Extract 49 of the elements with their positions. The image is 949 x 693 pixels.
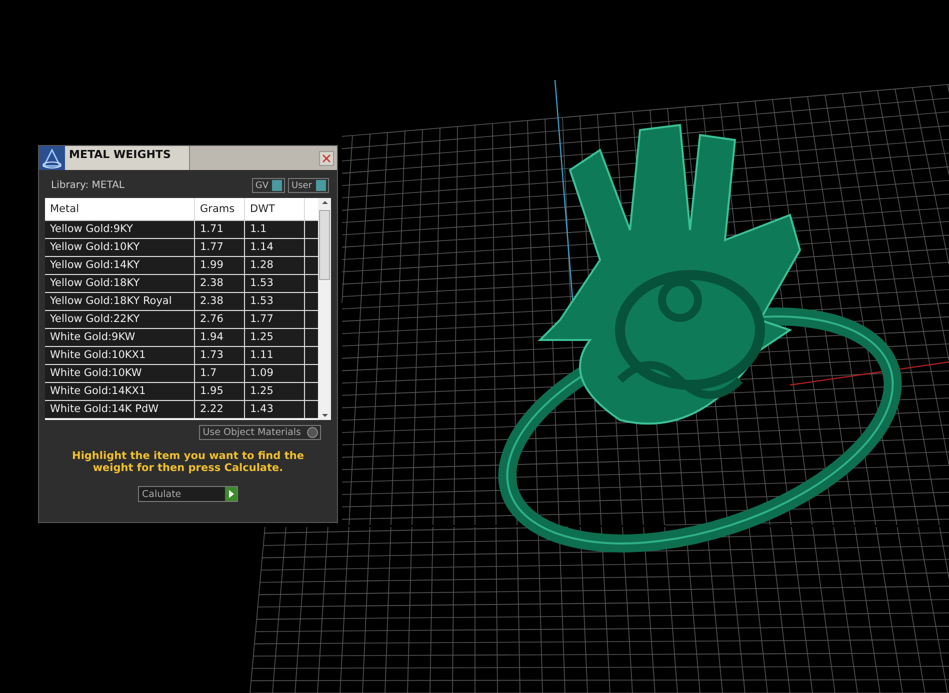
column-header[interactable]: Metal [45, 198, 195, 220]
toggle-switch[interactable]: GV [252, 178, 286, 193]
table-cell: 2.38 [195, 293, 245, 310]
table-cell: 1.28 [245, 257, 305, 274]
table-cell: 1.53 [245, 275, 305, 292]
table-cell: 2.22 [195, 401, 245, 418]
table-cell: 1.25 [245, 329, 305, 346]
toggle-switch[interactable]: User [288, 178, 329, 193]
table-cell: 2.76 [195, 311, 245, 328]
close-icon[interactable] [319, 150, 334, 166]
table-cell: 1.7 [195, 365, 245, 382]
library-label: Library: METAL [51, 180, 124, 191]
table-cell: 1.71 [195, 221, 245, 238]
table-cell: 1.77 [195, 239, 245, 256]
table-cell: 1.73 [195, 347, 245, 364]
window-title: METAL WEIGHTS [65, 146, 190, 170]
table-cell: Yellow Gold:22KY [45, 311, 195, 328]
table-cell: 1.43 [245, 401, 305, 418]
table-cell: 1.25 [245, 383, 305, 400]
table-cell: 1.77 [245, 311, 305, 328]
table-cell: 2.38 [195, 275, 245, 292]
table-cell: Yellow Gold:18KY Royal [45, 293, 195, 310]
table-cell: 1.1 [245, 221, 305, 238]
toggle-label: Use Object Materials [202, 427, 301, 438]
table-cell: 1.99 [195, 257, 245, 274]
table-cell: Yellow Gold:10KY [45, 239, 195, 256]
table-cell: 1.14 [245, 239, 305, 256]
table-cell: White Gold:14KX1 [45, 383, 195, 400]
app-logo-icon [39, 146, 65, 170]
table-cell: Yellow Gold:18KY [45, 275, 195, 292]
table-cell: 1.09 [245, 365, 305, 382]
table-cell: White Gold:14K PdW [45, 401, 195, 418]
table-cell: White Gold:10KX1 [45, 347, 195, 364]
table-cell: White Gold:9KW [45, 329, 195, 346]
table-cell: 1.95 [195, 383, 245, 400]
column-header[interactable]: Grams [195, 198, 245, 220]
table-cell: Yellow Gold:9KY [45, 221, 195, 238]
scrollbar[interactable] [318, 198, 331, 420]
calculate-button[interactable]: Calulate [138, 486, 238, 502]
table-cell: 1.11 [245, 347, 305, 364]
table-cell: 1.94 [195, 329, 245, 346]
table-cell: Yellow Gold:14KY [45, 257, 195, 274]
column-header[interactable]: DWT [245, 198, 305, 220]
object-materials-toggle[interactable]: Use Object Materials [198, 425, 321, 440]
toggle-label: User [291, 180, 312, 190]
instruction-text: Highlight the item you want to find the weight for then press Calculate. [71, 449, 305, 474]
table-cell: 1.53 [245, 293, 305, 310]
table-cell: White Gold:10KW [45, 365, 195, 382]
toggle-label: GV [255, 180, 268, 190]
